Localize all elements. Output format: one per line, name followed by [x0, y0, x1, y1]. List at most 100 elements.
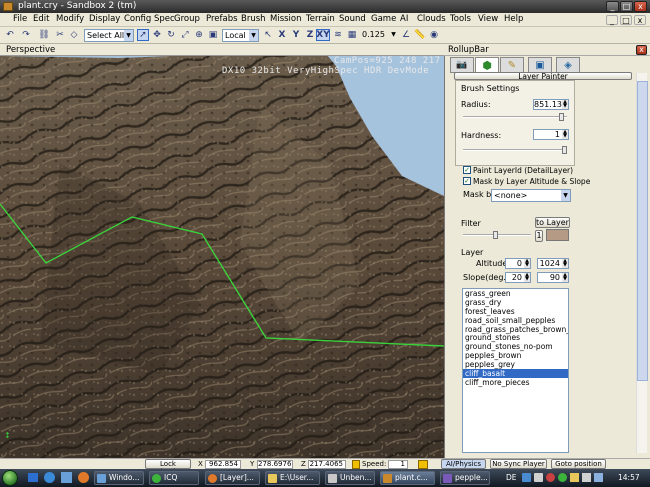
- selection-filter-dropdown[interactable]: Select All ▼: [84, 29, 134, 42]
- altitude-max-input[interactable]: 1024 ▲ ▼: [537, 258, 569, 269]
- paint-layer-id-checkbox[interactable]: ✓: [463, 166, 471, 174]
- spinner-icon[interactable]: ▲ ▼: [562, 130, 568, 139]
- select-icon[interactable]: ◇: [68, 29, 80, 41]
- tray-network-icon[interactable]: [522, 473, 531, 482]
- tray-misc-icon[interactable]: [570, 473, 579, 482]
- rotate-icon[interactable]: ↻: [165, 29, 177, 41]
- taskbar-item[interactable]: ICQ: [149, 471, 199, 485]
- unlink-icon[interactable]: ✂: [54, 29, 66, 41]
- filter-color-swatch[interactable]: [546, 229, 569, 241]
- taskbar-item[interactable]: E:\User...: [265, 471, 320, 485]
- x-coord-field[interactable]: 962.854: [205, 460, 241, 469]
- tray-icq-icon[interactable]: [558, 473, 567, 482]
- redo-icon[interactable]: ↷: [20, 29, 32, 41]
- maximize-button[interactable]: □: [620, 1, 633, 12]
- explorer-icon[interactable]: [61, 472, 72, 483]
- coord-system-dropdown[interactable]: Local ▼: [222, 29, 259, 42]
- language-indicator[interactable]: DE: [506, 473, 517, 482]
- terrain-snap-icon[interactable]: ▣: [207, 29, 219, 41]
- z-coord-field[interactable]: 217.4065: [308, 460, 346, 469]
- viewport-header[interactable]: Perspective: [0, 44, 444, 56]
- menu-config-spec[interactable]: Config Spec: [124, 14, 175, 24]
- speed-field[interactable]: 1: [388, 460, 408, 469]
- menu-mission[interactable]: Mission: [270, 14, 302, 24]
- radius-input[interactable]: 851.13 ▲ ▼: [533, 99, 569, 110]
- ie-icon[interactable]: [44, 472, 55, 483]
- doc-minimize-button[interactable]: _: [606, 15, 618, 25]
- perspective-viewport[interactable]: ↕ CamPos=925 248 217 DX10 32bit VeryHigh…: [0, 44, 444, 458]
- rollup-title-bar[interactable]: RollupBar x: [444, 44, 650, 56]
- axis-z-button[interactable]: Z: [304, 29, 316, 41]
- menu-terrain[interactable]: Terrain: [306, 14, 335, 24]
- modify-tab-icon[interactable]: ✎: [500, 57, 524, 73]
- lock-icon[interactable]: [418, 460, 428, 469]
- terrain-follow-icon[interactable]: ≋: [332, 29, 344, 41]
- mask-altitude-checkbox[interactable]: ✓: [463, 177, 471, 185]
- slider-thumb[interactable]: [559, 113, 564, 121]
- menu-clouds[interactable]: Clouds: [417, 14, 446, 24]
- menu-prefabs[interactable]: Prefabs: [206, 14, 238, 24]
- altitude-min-input[interactable]: 0 ▲ ▼: [505, 258, 531, 269]
- camera-icon[interactable]: ◉: [428, 29, 440, 41]
- radius-slider[interactable]: [463, 113, 567, 121]
- snap-angle-icon[interactable]: ∠: [400, 29, 412, 41]
- firefox-icon[interactable]: [78, 472, 89, 483]
- create-tab-icon[interactable]: 📷: [450, 57, 474, 73]
- menu-file[interactable]: File: [13, 14, 27, 24]
- mask-by-dropdown[interactable]: <none> ▼: [491, 189, 571, 202]
- clock[interactable]: 14:57: [618, 473, 640, 482]
- tray-volume-icon[interactable]: [534, 473, 543, 482]
- axis-y-button[interactable]: Y: [290, 29, 302, 41]
- terrain-tab-icon[interactable]: ⬢: [475, 57, 499, 73]
- menu-sound[interactable]: Sound: [339, 14, 366, 24]
- menu-modify[interactable]: Modify: [56, 14, 84, 24]
- doc-close-button[interactable]: x: [634, 15, 646, 25]
- hardness-slider[interactable]: [463, 146, 567, 154]
- close-button[interactable]: x: [634, 1, 647, 12]
- spinner-icon[interactable]: ▲ ▼: [562, 100, 568, 109]
- list-item-selected[interactable]: cliff_basalt: [463, 369, 568, 378]
- minimize-button[interactable]: _: [606, 1, 619, 12]
- taskbar-item[interactable]: Windo...: [94, 471, 144, 485]
- hardness-input[interactable]: 1 ▲ ▼: [533, 129, 569, 140]
- taskbar-item[interactable]: pepple...: [440, 471, 490, 485]
- list-item[interactable]: grass_green: [463, 289, 568, 298]
- menu-display[interactable]: Display: [89, 14, 120, 24]
- tray-app-icon[interactable]: [546, 473, 555, 482]
- menu-tools[interactable]: Tools: [450, 14, 471, 24]
- scrollbar-thumb[interactable]: [637, 81, 648, 381]
- tray-speaker-icon[interactable]: [582, 473, 591, 482]
- spinner-icon[interactable]: ▲ ▼: [562, 273, 568, 282]
- list-item[interactable]: forest_leaves: [463, 307, 568, 316]
- menu-ai[interactable]: AI: [400, 14, 408, 24]
- tray-display-icon[interactable]: [594, 473, 603, 482]
- undo-icon[interactable]: ↶: [4, 29, 16, 41]
- y-coord-field[interactable]: 278.6976: [257, 460, 293, 469]
- start-button[interactable]: [2, 470, 18, 486]
- no-sync-player-button[interactable]: No Sync Player: [490, 459, 547, 469]
- taskbar-item[interactable]: [Layer]...: [205, 471, 260, 485]
- pointer-icon[interactable]: ➚: [137, 29, 149, 41]
- taskbar-item-active[interactable]: plant.c...: [380, 471, 435, 485]
- menu-group[interactable]: Group: [174, 14, 200, 24]
- list-item[interactable]: cliff_more_pieces: [463, 378, 568, 387]
- slider-thumb[interactable]: [493, 231, 498, 239]
- display-tab-icon[interactable]: ▣: [528, 57, 552, 73]
- slider-thumb[interactable]: [562, 146, 567, 154]
- rollup-close-button[interactable]: x: [636, 45, 647, 55]
- spinner-icon[interactable]: ▲ ▼: [562, 259, 568, 268]
- menu-edit[interactable]: Edit: [33, 14, 49, 24]
- scale-icon[interactable]: ⤢: [179, 29, 191, 41]
- spinner-icon[interactable]: ▲ ▼: [524, 259, 530, 268]
- doc-maximize-button[interactable]: □: [620, 15, 632, 25]
- ruler-icon[interactable]: 📏: [414, 29, 426, 41]
- slope-min-input[interactable]: 20 ▲ ▼: [505, 272, 531, 283]
- axis-x-button[interactable]: X: [276, 29, 288, 41]
- snap-icon[interactable]: ⊕: [193, 29, 205, 41]
- layers-tab-icon[interactable]: ◈: [556, 57, 580, 73]
- grid-icon[interactable]: ▦: [346, 29, 358, 41]
- filter-button[interactable]: 1: [535, 230, 543, 242]
- list-item[interactable]: ground_stones_no-pom: [463, 342, 568, 351]
- lock-selection-button[interactable]: Lock Selection: [145, 459, 191, 476]
- link-icon[interactable]: ⛓: [38, 29, 50, 41]
